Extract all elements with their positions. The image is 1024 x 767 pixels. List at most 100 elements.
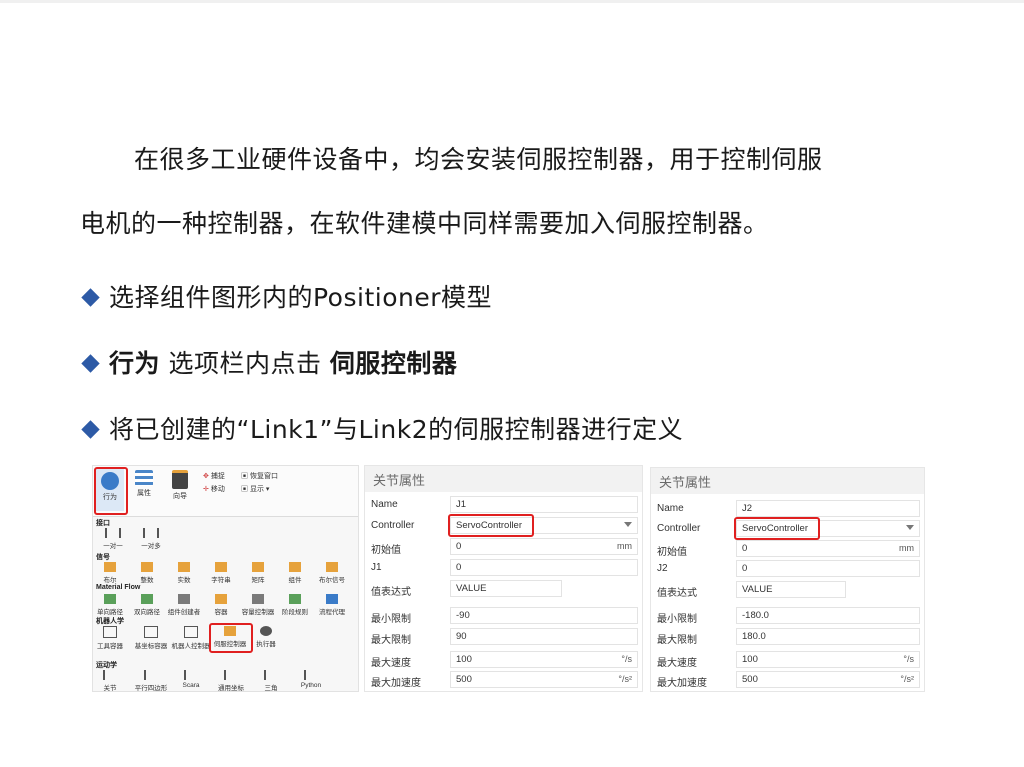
robot-controller-icon (184, 626, 198, 638)
kinematics-item[interactable]: 通用坐标 (211, 670, 251, 691)
field-value: -180.0 (742, 610, 769, 621)
signal-item[interactable]: 布尔信号 (312, 562, 352, 584)
signal-item[interactable]: 布尔 (93, 562, 130, 584)
connector-many-icon (143, 528, 159, 538)
interface-one-to-one[interactable]: 一对一 (93, 528, 133, 550)
property-row-joint: J2 0 (651, 559, 924, 579)
kinematics-item[interactable]: 平行四边形 (131, 670, 171, 691)
expression-field[interactable]: VALUE (736, 581, 846, 598)
kinematics-item[interactable]: Scara (171, 670, 211, 689)
max-speed-field[interactable]: 100 °/s (450, 651, 638, 668)
flow-item[interactable]: 单向路径 (93, 594, 130, 616)
initial-value-field[interactable]: 0 mm (736, 540, 920, 557)
flow-icon (104, 594, 116, 604)
dropdown-caret-icon (906, 525, 914, 530)
joint-value-field[interactable]: 0 (736, 560, 920, 577)
signal-label: 矩阵 (251, 577, 265, 584)
signal-item[interactable]: 字符串 (201, 562, 241, 584)
kinematics-item[interactable]: Python (291, 670, 331, 689)
behavior-highlight-box (94, 467, 128, 515)
max-accel-field[interactable]: 500 °/s² (736, 671, 920, 688)
move-label: 移动 (210, 486, 225, 493)
field-value: J1 (456, 499, 467, 510)
flow-icon (289, 594, 301, 604)
kinematics-icon (224, 670, 238, 680)
name-field[interactable]: J2 (736, 500, 920, 517)
bullet-text-3: 将已创建的“Link1”与Link2的伺服控制器进行定义 (109, 415, 684, 444)
flow-item[interactable]: 容器 (201, 594, 241, 616)
robot-item[interactable]: 机器人控制器 (171, 626, 211, 650)
wizard-button[interactable]: 向导 (167, 470, 193, 501)
ribbon-toolbar: 行为 属性 向导 ✥ 捕捉 ✛ 移动 ▣ 恢复窗口 ▣ 显示 ▾ (93, 466, 358, 517)
bullet-2-bold-servo: 伺服控制器 (329, 349, 458, 378)
signal-item[interactable]: 矩阵 (238, 562, 278, 584)
field-value: VALUE (456, 583, 487, 594)
flow-icon (178, 594, 190, 604)
interface-one-to-many[interactable]: 一对多 (131, 528, 171, 550)
section-interface: 接口 (96, 520, 110, 527)
field-value: 0 (456, 541, 462, 552)
unit-label: °/s (903, 654, 914, 664)
base-container-icon (144, 626, 158, 638)
property-row-max-speed: 最大速度 100 °/s (651, 650, 924, 670)
unit-label: mm (617, 541, 632, 551)
signal-label: 实数 (177, 577, 191, 584)
display-dropdown[interactable]: ▣ 显示 ▾ (241, 484, 269, 494)
property-label: J1 (371, 562, 382, 573)
flow-item[interactable]: 流程代理 (312, 594, 352, 616)
capture-button[interactable]: ✥ 捕捉 (203, 471, 225, 481)
property-label: Controller (657, 523, 701, 534)
panel-title: 关节属性 (651, 468, 924, 494)
property-label: 最大速度 (371, 658, 411, 669)
section-robotics: 机器人学 (96, 618, 124, 625)
properties-button[interactable]: 属性 (131, 470, 157, 498)
max-accel-field[interactable]: 500 °/s² (450, 671, 638, 688)
top-divider (0, 0, 1024, 3)
restore-window-label: 恢复窗口 (249, 473, 278, 480)
signal-label: 整数 (140, 577, 154, 584)
move-button[interactable]: ✛ 移动 (203, 484, 225, 494)
restore-window-button[interactable]: ▣ 恢复窗口 (241, 471, 278, 481)
joint-value-field[interactable]: 0 (450, 559, 638, 576)
robot-item[interactable]: 执行器 (246, 626, 286, 648)
kinematics-item[interactable]: 关节 (93, 670, 130, 691)
signal-icon (215, 562, 227, 572)
min-limit-field[interactable]: -90 (450, 607, 638, 624)
flow-item[interactable]: 组件创建者 (164, 594, 204, 616)
property-row-min: 最小限制 -180.0 (651, 606, 924, 626)
wizard-label: 向导 (173, 493, 187, 500)
initial-value-field[interactable]: 0 mm (450, 538, 638, 555)
property-row-max: 最大限制 90 (365, 627, 642, 647)
property-row-max: 最大限制 180.0 (651, 627, 924, 647)
flow-item[interactable]: 容量控制器 (238, 594, 278, 616)
property-label: 值表达式 (371, 587, 411, 598)
property-label: 初始值 (371, 545, 401, 556)
field-value: 500 (742, 674, 758, 685)
kinematics-icon (264, 670, 278, 680)
flow-label: 组件创建者 (167, 609, 201, 616)
robot-label: 工具容器 (97, 643, 123, 650)
signal-item[interactable]: 组件 (275, 562, 315, 584)
flow-item[interactable]: 双向路径 (127, 594, 167, 616)
robot-item[interactable]: 工具容器 (93, 626, 130, 650)
window-icon: ▣ (241, 473, 248, 480)
kinematics-label: 三角 (264, 685, 278, 692)
kinematics-item[interactable]: 三角 (251, 670, 291, 692)
robot-item[interactable]: 基坐标容器 (131, 626, 171, 650)
signal-label: 布尔 (103, 577, 117, 584)
property-row-max-speed: 最大速度 100 °/s (365, 650, 642, 670)
property-label: 初始值 (657, 547, 687, 558)
flow-label: 容器 (214, 609, 228, 616)
signal-item[interactable]: 实数 (164, 562, 204, 584)
expression-field[interactable]: VALUE (450, 580, 562, 597)
property-row-controller: Controller ServoController (365, 514, 642, 537)
signal-item[interactable]: 整数 (127, 562, 167, 584)
min-limit-field[interactable]: -180.0 (736, 607, 920, 624)
name-field[interactable]: J1 (450, 496, 638, 513)
flow-item[interactable]: 阶段规则 (275, 594, 315, 616)
max-limit-field[interactable]: 90 (450, 628, 638, 645)
max-speed-field[interactable]: 100 °/s (736, 651, 920, 668)
max-limit-field[interactable]: 180.0 (736, 628, 920, 645)
kinematics-icon (144, 670, 158, 680)
robot-label: 基坐标容器 (134, 643, 168, 650)
